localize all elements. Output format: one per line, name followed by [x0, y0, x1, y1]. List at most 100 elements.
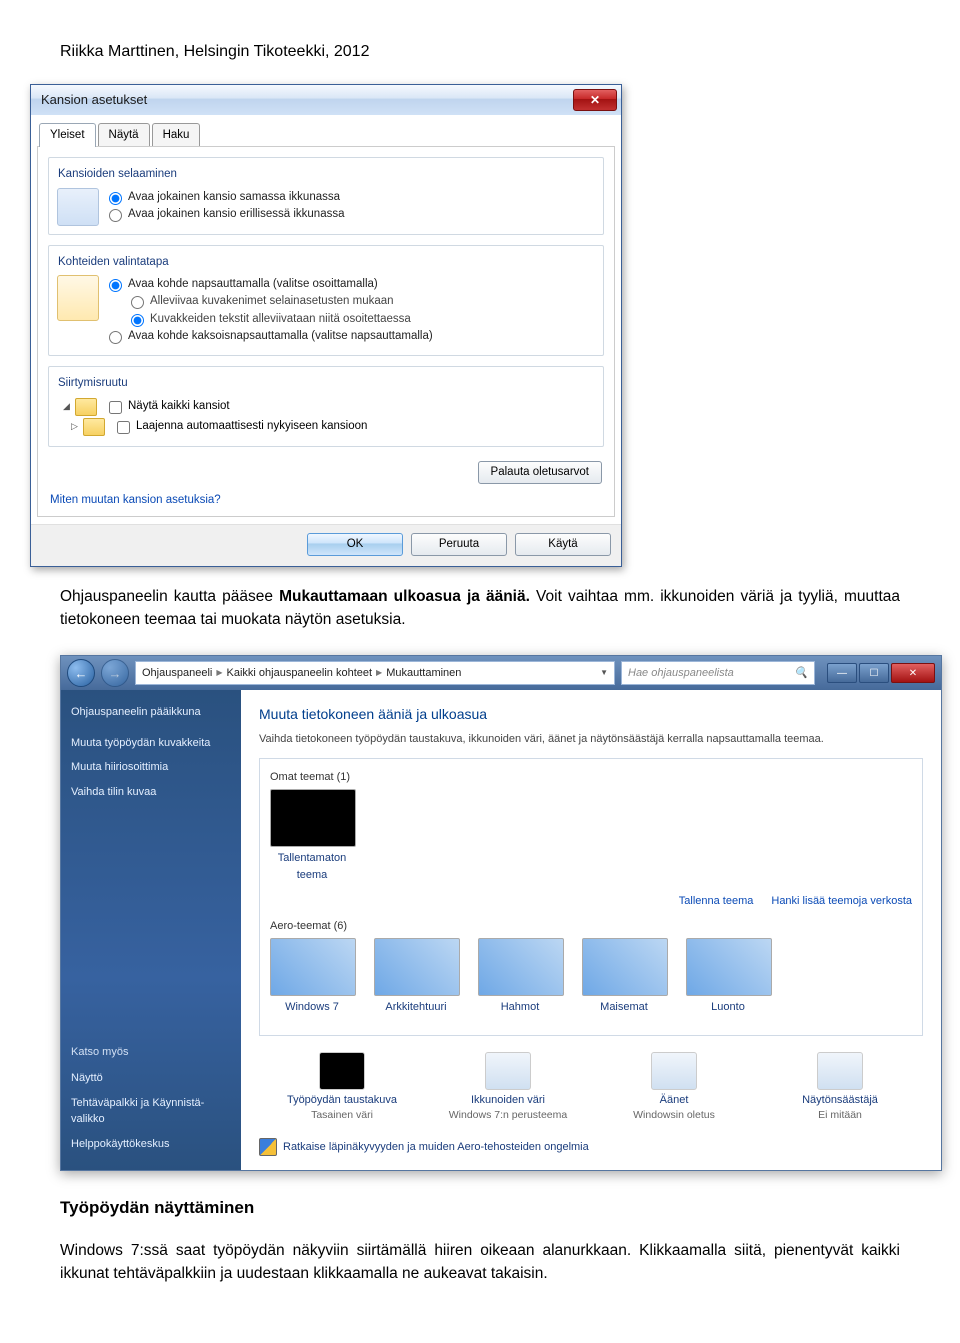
- tab-general[interactable]: Yleiset: [39, 123, 96, 147]
- theme-item[interactable]: Luonto: [686, 938, 770, 1016]
- click-items-legend: Kohteiden valintatapa: [55, 254, 172, 271]
- get-more-themes-link[interactable]: Hanki lisää teemoja verkosta: [771, 893, 912, 910]
- theme-thumb: [582, 938, 668, 996]
- opt-label: Kuvakkeiden tekstit alleviivataan niitä …: [150, 312, 411, 328]
- strip-title: Äänet: [614, 1092, 734, 1109]
- radio-same-window[interactable]: Avaa jokainen kansio samassa ikkunassa: [109, 190, 593, 206]
- ok-button[interactable]: OK: [307, 533, 403, 556]
- radio-single-click[interactable]: Avaa kohde napsauttamalla (valitse osoit…: [109, 277, 593, 293]
- sounds-button[interactable]: Äänet Windowsin oletus: [614, 1052, 734, 1124]
- radio-underline-hover[interactable]: Kuvakkeiden tekstit alleviivataan niitä …: [131, 312, 593, 328]
- opt-label: Alleviivaa kuvakenimet selainasetusten m…: [150, 294, 394, 310]
- checkbox-auto-expand[interactable]: [117, 421, 130, 434]
- search-input[interactable]: Hae ohjauspaneelista 🔍: [621, 661, 815, 685]
- navigation-pane-fieldset: Siirtymisruutu ◢ Näytä kaikki kansiot ▷ …: [48, 366, 604, 447]
- strip-sub: Tasainen väri: [282, 1108, 402, 1124]
- theme-item[interactable]: Hahmot: [478, 938, 562, 1016]
- theme-label: Maisemat: [600, 1001, 648, 1013]
- nav-forward-button[interactable]: →: [101, 659, 129, 687]
- radio-input[interactable]: [109, 331, 122, 344]
- tab-body: Kansioiden selaaminen Avaa jokainen kans…: [37, 146, 615, 516]
- theme-item[interactable]: Maisemat: [582, 938, 666, 1016]
- theme-thumb: [478, 938, 564, 996]
- apply-button[interactable]: Käytä: [515, 533, 611, 556]
- strip-sub: Windows 7:n perusteema: [448, 1108, 568, 1124]
- radio-input[interactable]: [131, 314, 144, 327]
- nav-back-button[interactable]: ←: [67, 659, 95, 687]
- dialog-titlebar: Kansion asetukset ✕: [31, 85, 621, 115]
- close-button[interactable]: ✕: [573, 89, 617, 111]
- tree-collapse-icon[interactable]: ▷: [71, 420, 81, 434]
- theme-thumb: [374, 938, 460, 996]
- address-bar[interactable]: Ohjauspaneeli ▶ Kaikki ohjauspaneelin ko…: [135, 661, 615, 685]
- radio-input[interactable]: [109, 209, 122, 222]
- see-also-taskbar[interactable]: Tehtäväpalkki ja Käynnistä-valikko: [71, 1095, 231, 1128]
- wallpaper-icon: [319, 1052, 365, 1090]
- bold-text: Mukauttamaan ulkoasua ja ääniä.: [279, 588, 530, 605]
- breadcrumb-item[interactable]: Mukauttaminen: [386, 665, 461, 682]
- own-themes-heading: Omat teemat (1): [270, 769, 912, 786]
- document-header: Riikka Marttinen, Helsingin Tikoteekki, …: [60, 40, 900, 64]
- search-icon: 🔍: [794, 665, 808, 682]
- theme-item[interactable]: Arkkitehtuuri: [374, 938, 458, 1016]
- theme-label: Hahmot: [501, 1001, 540, 1013]
- main-content: Muuta tietokoneen ääniä ja ulkoasua Vaih…: [241, 690, 941, 1170]
- opt-label: Avaa jokainen kansio erillisessä ikkunas…: [128, 207, 345, 223]
- minimize-button[interactable]: —: [827, 663, 857, 683]
- strip-title: Ikkunoiden väri: [448, 1092, 568, 1109]
- see-also-ease[interactable]: Helppokäyttökeskus: [71, 1136, 231, 1153]
- maximize-button[interactable]: ☐: [859, 663, 889, 683]
- chevron-down-icon[interactable]: ▼: [600, 667, 608, 679]
- checkbox-show-all[interactable]: [109, 401, 122, 414]
- theme-item[interactable]: Windows 7: [270, 938, 354, 1016]
- sidebar-link-account-picture[interactable]: Vaihda tilin kuvaa: [71, 784, 231, 801]
- see-also-display[interactable]: Näyttö: [71, 1070, 231, 1087]
- settings-strip: Työpöydän taustakuva Tasainen väri Ikkun…: [259, 1052, 923, 1124]
- page-description: Vaihda tietokoneen työpöydän taustakuva,…: [259, 731, 923, 748]
- sounds-icon: [651, 1052, 697, 1090]
- chevron-right-icon: ▶: [216, 667, 222, 679]
- tree-expand-icon[interactable]: ◢: [63, 400, 73, 414]
- breadcrumb-item[interactable]: Ohjauspaneeli: [142, 665, 212, 682]
- troubleshoot-label: Ratkaise läpinäkyvyyden ja muiden Aero-t…: [283, 1139, 589, 1156]
- radio-underline-browser[interactable]: Alleviivaa kuvakenimet selainasetusten m…: [131, 294, 593, 310]
- restore-defaults-button[interactable]: Palauta oletusarvot: [478, 461, 602, 484]
- radio-input[interactable]: [109, 192, 122, 205]
- close-button[interactable]: ✕: [891, 663, 935, 683]
- body-paragraph-2: Windows 7:ssä saat työpöydän näkyviin si…: [60, 1239, 900, 1286]
- theme-item-unsaved[interactable]: Tallentamaton teema: [270, 789, 354, 883]
- sidebar: Ohjauspaneelin pääikkuna Muuta työpöydän…: [61, 690, 241, 1170]
- desktop-background-button[interactable]: Työpöydän taustakuva Tasainen väri: [282, 1052, 402, 1124]
- window-color-button[interactable]: Ikkunoiden väri Windows 7:n perusteema: [448, 1052, 568, 1124]
- help-link[interactable]: Miten muutan kansion asetuksia?: [50, 492, 221, 509]
- theme-thumb: [686, 938, 772, 996]
- troubleshoot-link[interactable]: Ratkaise läpinäkyvyyden ja muiden Aero-t…: [259, 1138, 923, 1156]
- click-items-fieldset: Kohteiden valintatapa Avaa kohde napsaut…: [48, 245, 604, 356]
- window-body: Ohjauspaneelin pääikkuna Muuta työpöydän…: [61, 690, 941, 1170]
- cancel-button[interactable]: Peruuta: [411, 533, 507, 556]
- sidebar-link-desktop-icons[interactable]: Muuta työpöydän kuvakkeita: [71, 735, 231, 752]
- save-theme-link[interactable]: Tallenna teema: [679, 893, 754, 910]
- radio-double-click[interactable]: Avaa kohde kaksoisnapsauttamalla (valits…: [109, 329, 593, 345]
- radio-input[interactable]: [109, 279, 122, 292]
- dialog-title: Kansion asetukset: [41, 90, 147, 110]
- screensaver-icon: [817, 1052, 863, 1090]
- tab-view[interactable]: Näytä: [98, 123, 150, 147]
- screensaver-button[interactable]: Näytönsäästäjä Ei mitään: [780, 1052, 900, 1124]
- radio-input[interactable]: [131, 296, 144, 309]
- radio-own-window[interactable]: Avaa jokainen kansio erillisessä ikkunas…: [109, 207, 593, 223]
- sidebar-home-link[interactable]: Ohjauspaneelin pääikkuna: [71, 704, 231, 721]
- chevron-right-icon: ▶: [376, 667, 382, 679]
- folder-options-dialog: Kansion asetukset ✕ Yleiset Näytä Haku K…: [30, 84, 622, 567]
- folder-icon: [83, 418, 105, 436]
- breadcrumb-item[interactable]: Kaikki ohjauspaneelin kohteet: [227, 665, 373, 682]
- theme-label: Tallentamaton teema: [278, 852, 347, 881]
- strip-title: Näytönsäästäjä: [780, 1092, 900, 1109]
- sidebar-link-mouse-pointers[interactable]: Muuta hiiriosoittimia: [71, 759, 231, 776]
- tree-row-show-all: ◢ Näytä kaikki kansiot: [63, 398, 593, 416]
- theme-actions: Tallenna teema Hanki lisää teemoja verko…: [270, 893, 912, 910]
- tab-search[interactable]: Haku: [152, 123, 201, 147]
- search-placeholder: Hae ohjauspaneelista: [628, 665, 734, 682]
- themes-box[interactable]: Omat teemat (1) Tallentamaton teema Tall…: [259, 758, 923, 1036]
- tree-row-auto-expand: ▷ Laajenna automaattisesti nykyiseen kan…: [71, 418, 593, 436]
